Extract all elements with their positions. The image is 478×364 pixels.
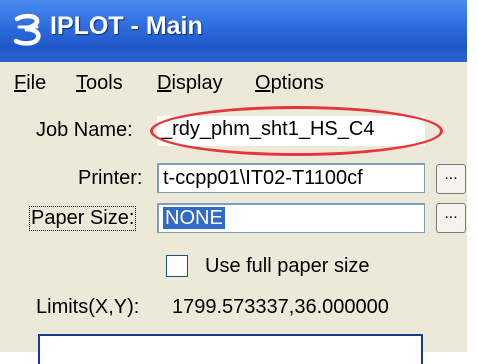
printer-label: Printer: — [78, 167, 143, 189]
job-name-field[interactable]: _rdy_phm_sht1_HS_C4 — [157, 116, 425, 146]
paper-size-value: NONE — [163, 207, 225, 229]
use-full-paper-checkbox[interactable] — [166, 255, 188, 277]
job-name-label: Job Name: — [36, 119, 133, 141]
menu-display[interactable]: Display — [157, 72, 223, 95]
menu-display-label: isplay — [171, 72, 223, 94]
menu-display-accel: D — [157, 72, 172, 94]
printer-field[interactable]: t-ccpp01\IT02-T1100cf — [157, 163, 425, 193]
menu-file-label: ile — [26, 72, 47, 94]
menu-options-accel: O — [255, 72, 271, 94]
menu-bar — [0, 62, 467, 102]
menu-file-accel: F — [14, 72, 27, 94]
paper-size-label: Paper Size: — [29, 206, 137, 231]
menu-options-label: ptions — [270, 72, 324, 94]
right-frame-edge — [467, 0, 478, 352]
menu-options[interactable]: Options — [255, 72, 324, 95]
title-bar[interactable]: IPLOT - Main — [0, 0, 467, 62]
menu-tools-accel: T — [76, 72, 86, 94]
paper-size-field[interactable]: NONE — [157, 203, 425, 233]
app-logo-icon — [13, 13, 41, 46]
window-title: IPLOT - Main — [50, 12, 203, 40]
iplot-main-window: IPLOT - Main File Tools Display Options … — [0, 0, 467, 364]
limits-value: 1799.573337,36.000000 — [172, 296, 389, 318]
printer-browse-button[interactable]: ... — [436, 164, 466, 194]
menu-file[interactable]: File — [14, 72, 46, 95]
paper-size-browse-button[interactable]: ... — [436, 203, 466, 233]
use-full-paper-label[interactable]: Use full paper size — [205, 255, 370, 278]
limits-label: Limits(X,Y): — [36, 296, 140, 318]
menu-tools[interactable]: Tools — [76, 72, 123, 95]
menu-tools-label: ools — [86, 72, 123, 94]
preview-panel — [38, 334, 423, 364]
